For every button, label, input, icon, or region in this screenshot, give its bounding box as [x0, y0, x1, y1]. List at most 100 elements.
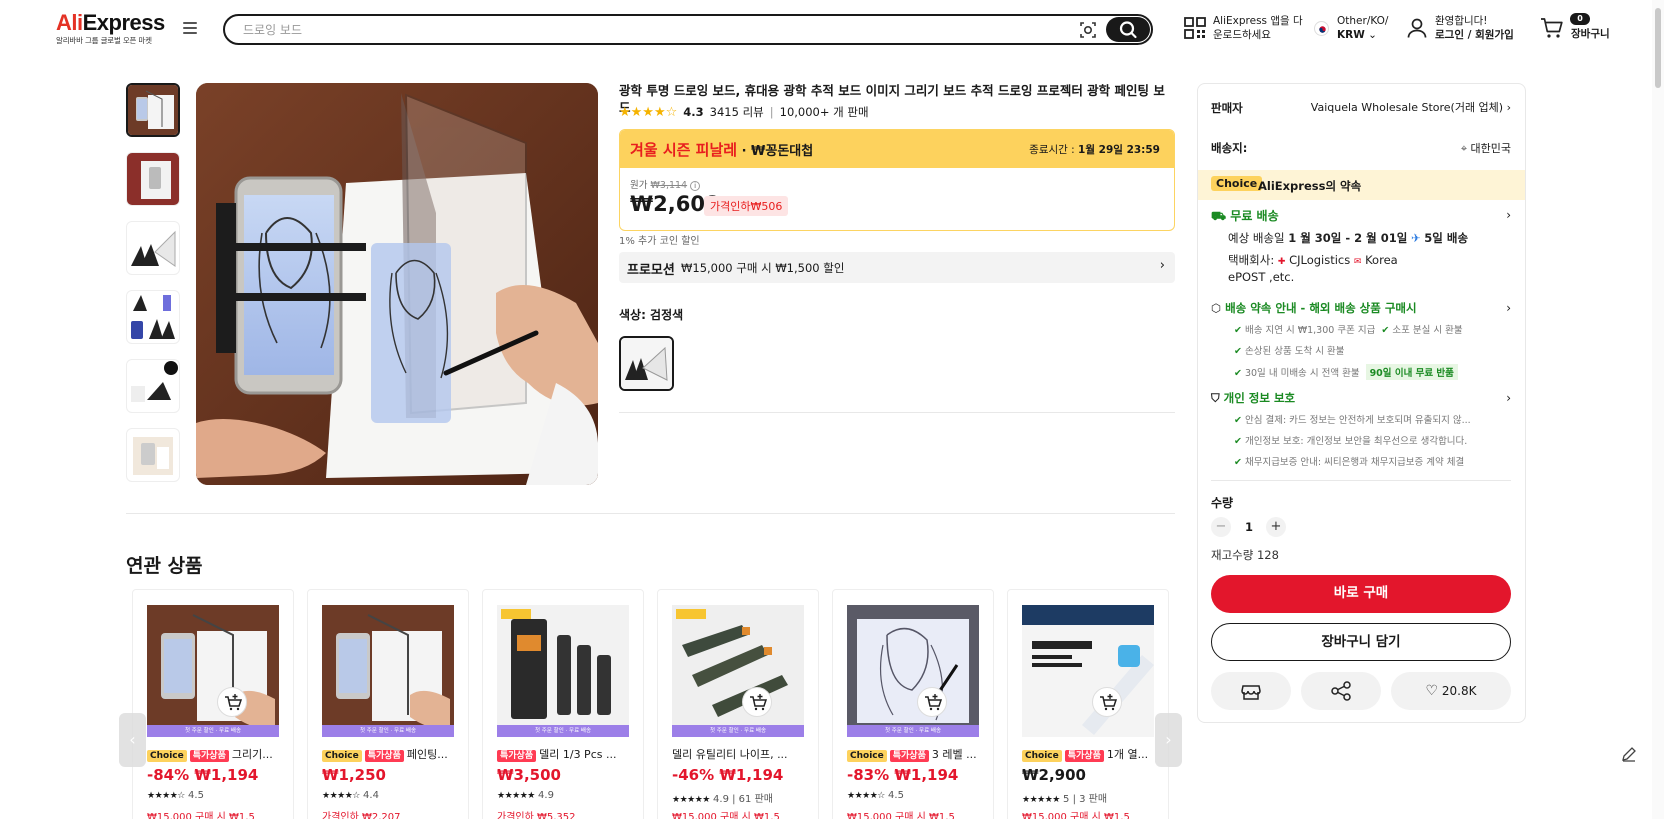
- delivery-promise-title: 배송 약속 안내 - 해외 배송 상품 구매시: [1225, 301, 1417, 315]
- locale-selector[interactable]: Other/KO/ KRW ⌄: [1337, 14, 1388, 42]
- delivery-item: ✔ 30일 내 미배송 시 전액 환불 90일 이내 무료 반품: [1234, 364, 1458, 380]
- login-signup-link[interactable]: 로그인 / 회원가입: [1435, 29, 1514, 41]
- product-card[interactable]: Choice 특가상품 1개 열... ₩2,900 ★★★★★ 5 | 3 판매 …: [1007, 589, 1169, 819]
- original-price: ₩3,114: [650, 180, 688, 191]
- product-card[interactable]: 첫 주문 할인 · 무료 배송 특가상품 델리 1/3 Pcs ... ₩3,50…: [482, 589, 644, 819]
- product-card-image[interactable]: 첫 주문 할인 · 무료 배송: [497, 605, 629, 737]
- app-download-link[interactable]: AliExpress 앱을 다 운로드하세요: [1213, 14, 1303, 42]
- product-card-promo: ₩15,000 구매 시 ₩1,5: [672, 812, 780, 819]
- aliexpress-logo[interactable]: AliExpress 알리바바 그룹 글로벌 오픈 마켓: [56, 10, 165, 46]
- thumbnail-1[interactable]: [126, 83, 180, 137]
- product-card-image[interactable]: 첫 주문 할인 · 무료 배송: [322, 605, 454, 737]
- search-input[interactable]: [243, 20, 1043, 40]
- rating-row[interactable]: ★★★★☆ 4.3 3415 리뷰 | 10,000+ 개 판매: [619, 104, 869, 120]
- thumbnail-5[interactable]: [126, 359, 180, 413]
- choice-promise-text: AliExpress의 약속: [1258, 179, 1362, 193]
- add-to-cart-icon[interactable]: [217, 687, 247, 717]
- main-product-image[interactable]: [196, 83, 598, 485]
- add-to-cart-icon[interactable]: [1092, 687, 1122, 717]
- carousel-prev-button[interactable]: ‹: [119, 713, 146, 767]
- privacy-row[interactable]: ⛉ 개인 정보 보호: [1211, 390, 1295, 406]
- korea-flag-icon: [1314, 21, 1329, 36]
- product-card-image[interactable]: [1022, 605, 1154, 737]
- privacy-item: ✔ 채무지급보증 안내: 씨티은행과 채무지급보증 계약 체결: [1234, 454, 1464, 468]
- store-button[interactable]: [1211, 672, 1291, 710]
- quantity-increase-button[interactable]: +: [1266, 517, 1286, 537]
- carrier-etc: ePOST ,etc.: [1228, 270, 1295, 284]
- seller-name: Vaiquela Wholesale Store(거래 업체): [1310, 101, 1504, 114]
- thumbnail-4[interactable]: [126, 290, 180, 344]
- share-icon: [1331, 681, 1351, 701]
- product-card-image[interactable]: 첫 주문 할인 · 무료 배송: [147, 605, 279, 737]
- cart-icon[interactable]: [1540, 17, 1564, 39]
- korea-post-icon: ✉: [1353, 257, 1362, 267]
- rating-stars-icon: ★★★★☆: [322, 791, 360, 801]
- search-button[interactable]: [1106, 17, 1150, 42]
- user-icon[interactable]: [1406, 17, 1428, 39]
- quantity-value[interactable]: 1: [1245, 520, 1253, 534]
- share-button[interactable]: [1301, 672, 1381, 710]
- product-card-promo: ₩15,000 구매 시 ₩1,5: [1022, 812, 1130, 819]
- cart-label[interactable]: 장바구니: [1571, 27, 1610, 41]
- rating-value: 4.4: [363, 790, 379, 801]
- product-card[interactable]: 첫 주문 할인 · 무료 배송 Choice 특가상품 그리기... -84% ₩1…: [132, 589, 294, 819]
- promotion-row[interactable]: 프로모션 ₩15,000 구매 시 ₩1,500 할인 ›: [619, 252, 1175, 283]
- logo-subtitle: 알리바바 그룹 글로벌 오픈 마켓: [56, 36, 152, 45]
- wishlist-button[interactable]: ♡ 20.8K: [1391, 672, 1511, 710]
- chevron-down-icon: ⌄: [1368, 29, 1377, 41]
- product-card-image[interactable]: 첫 주문 할인 · 무료 배송: [672, 605, 804, 737]
- thumbnail-2[interactable]: [126, 152, 180, 206]
- account-link[interactable]: 환영합니다! 로그인 / 회원가입: [1435, 14, 1514, 42]
- eta-dates: 1 월 30일 - 2 월 01일: [1288, 231, 1408, 245]
- sale-price-box: 겨울 시즌 피날레 · ₩꽁돈대첩 종료시간 : 1월 29일 23:59 원가…: [619, 129, 1175, 231]
- chevron-right-icon[interactable]: ›: [1506, 208, 1511, 222]
- choice-tag: Choice: [1022, 750, 1062, 762]
- free-shipping-row[interactable]: ⛟ 무료 배송: [1211, 207, 1279, 225]
- product-card-name: Choice 특가상품 그리기...: [147, 746, 287, 762]
- product-card-image[interactable]: 첫 주문 할인 · 무료 배송: [847, 605, 979, 737]
- edit-icon[interactable]: [1620, 745, 1638, 763]
- carrier-line: 택배회사: ✚ CJLogistics ✉ Korea: [1228, 252, 1398, 268]
- product-card-price: -83% ₩1,194: [847, 766, 959, 784]
- product-card[interactable]: 첫 주문 할인 · 무료 배송 Choice 특가상품 페인팅... ₩1,250 …: [307, 589, 469, 819]
- color-label: 색상: 검정색: [619, 308, 684, 322]
- check-icon: ✔: [1381, 325, 1390, 336]
- product-card[interactable]: 첫 주문 할인 · 무료 배송 델리 유틸리티 나이프, ... -46% ₩1…: [657, 589, 819, 819]
- menu-icon[interactable]: [183, 22, 197, 34]
- ship-to-selector[interactable]: ⌖ 대한민국: [1461, 140, 1511, 156]
- image-search-icon[interactable]: [1078, 20, 1098, 40]
- scrollbar-thumb[interactable]: [1655, 8, 1661, 88]
- info-icon[interactable]: i: [690, 181, 701, 191]
- add-to-cart-icon[interactable]: [917, 687, 947, 717]
- thumbnail-6[interactable]: [126, 428, 180, 482]
- delivery-item: ✔ 배송 지연 시 ₩1,300 쿠폰 지급 ✔ 소포 분실 시 환불: [1234, 322, 1463, 336]
- deal-tag: 특가상품: [889, 750, 929, 762]
- chevron-right-icon[interactable]: ›: [1506, 391, 1511, 405]
- qr-code-icon[interactable]: [1184, 17, 1206, 39]
- carousel-next-button[interactable]: ›: [1155, 713, 1182, 767]
- thumbnail-3[interactable]: [126, 221, 180, 275]
- stock-count: 재고수량 128: [1211, 548, 1279, 562]
- privacy-item-1: 안심 결제: 카드 정보는 안전하게 보호되며 유출되지 않...: [1244, 415, 1471, 426]
- privacy-item-3: 채무지급보증 안내: 씨티은행과 채무지급보증 계약 체결: [1244, 457, 1465, 468]
- product-card-promo: ₩15,000 구매 시 ₩1,5: [847, 812, 955, 819]
- chevron-right-icon[interactable]: ›: [1506, 301, 1511, 315]
- buy-now-button[interactable]: 바로 구매: [1211, 575, 1511, 613]
- product-card[interactable]: 첫 주문 할인 · 무료 배송 Choice 특가상품 3 레벨 ... -83% …: [832, 589, 994, 819]
- review-count[interactable]: 3415 리뷰: [710, 104, 764, 120]
- delivery-item-2: 소포 분실 시 환불: [1392, 325, 1463, 336]
- add-to-cart-icon[interactable]: [742, 687, 772, 717]
- rating-value: 4.5: [888, 790, 904, 801]
- truck-icon: ⛟: [1211, 209, 1227, 223]
- search-bar: [223, 14, 1153, 45]
- product-card-rating: ★★★★★ 4.9 | 61 판매: [672, 790, 773, 805]
- page-scrollbar[interactable]: [1652, 0, 1664, 819]
- check-icon: ✔: [1234, 436, 1242, 447]
- divider: [1211, 480, 1511, 481]
- delivery-promise-row[interactable]: ⬡ 배송 약속 안내 - 해외 배송 상품 구매시: [1211, 300, 1417, 316]
- seller-link[interactable]: Vaiquela Wholesale Store(거래 업체) ›: [1311, 99, 1511, 115]
- check-icon: ✔: [1234, 415, 1242, 426]
- add-to-cart-button[interactable]: 장바구니 담기: [1211, 623, 1511, 661]
- quantity-decrease-button[interactable]: −: [1211, 517, 1231, 537]
- color-option-black[interactable]: [619, 336, 674, 391]
